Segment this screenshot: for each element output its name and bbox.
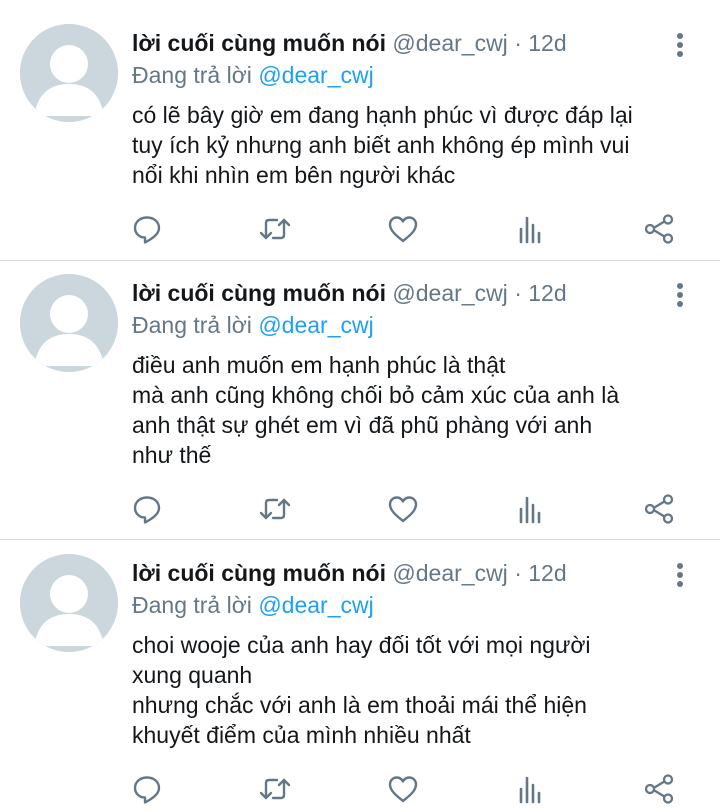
tweet-text: điều anh muốn em hạnh phúc là thật mà anh… xyxy=(132,350,702,470)
default-avatar-icon xyxy=(20,24,118,122)
reply-icon[interactable] xyxy=(130,772,164,806)
reply-handle-link[interactable]: @dear_cwj xyxy=(258,62,373,88)
replying-to: Đang trả lời @dear_cwj xyxy=(132,60,374,90)
tweet-actions xyxy=(0,772,720,806)
tweet-text-line: điều anh muốn em hạnh phúc là thật xyxy=(132,352,506,378)
tweet-text-line: anh thật sự ghét em vì đã phũ phàng với … xyxy=(132,412,593,438)
separator-dot: · xyxy=(514,560,522,586)
tweet-text-line: như thế xyxy=(132,442,212,468)
retweet-icon[interactable] xyxy=(258,492,292,526)
tweet[interactable]: lời cuối cùng muốn nói @dear_cwj · 12d Đ… xyxy=(0,250,720,532)
more-options-icon[interactable] xyxy=(668,280,692,310)
replying-to: Đang trả lời @dear_cwj xyxy=(132,590,374,620)
tweet-header: lời cuối cùng muốn nói @dear_cwj · 12d xyxy=(132,28,567,58)
analytics-icon[interactable] xyxy=(514,492,548,526)
separator-dot: · xyxy=(514,30,522,56)
tweet-header: lời cuối cùng muốn nói @dear_cwj · 12d xyxy=(132,558,567,588)
tweet-text-line: xung quanh xyxy=(132,662,253,688)
tweet-text: có lẽ bây giờ em đang hạnh phúc vì được … xyxy=(132,100,702,190)
tweet-text-line: tuy ích kỷ nhưng anh biết anh không ép m… xyxy=(132,132,630,158)
tweet-text-line: có lẽ bây giờ em đang hạnh phúc vì được … xyxy=(132,102,633,128)
tweet-divider xyxy=(0,539,720,540)
default-avatar-icon xyxy=(20,554,118,652)
tweet[interactable]: lời cuối cùng muốn nói @dear_cwj · 12d Đ… xyxy=(0,530,720,812)
like-icon[interactable] xyxy=(386,772,420,806)
tweet-text-line: mà anh cũng không chối bỏ cảm xúc của an… xyxy=(132,382,620,408)
reply-prefix: Đang trả lời xyxy=(132,312,252,338)
tweet[interactable]: lời cuối cùng muốn nói @dear_cwj · 12d Đ… xyxy=(0,0,720,282)
reply-icon[interactable] xyxy=(130,212,164,246)
analytics-icon[interactable] xyxy=(514,212,548,246)
tweet-actions xyxy=(0,212,720,246)
tweet-header: lời cuối cùng muốn nói @dear_cwj · 12d xyxy=(132,278,567,308)
tweet-text-line: choi wooje của anh hay đối tốt với mọi n… xyxy=(132,632,591,658)
tweet-text-line: nhưng chắc với anh là em thoải mái thể h… xyxy=(132,692,587,718)
avatar[interactable] xyxy=(20,24,118,122)
author-name[interactable]: lời cuối cùng muốn nói xyxy=(132,30,386,56)
retweet-icon[interactable] xyxy=(258,212,292,246)
author-name[interactable]: lời cuối cùng muốn nói xyxy=(132,280,386,306)
avatar[interactable] xyxy=(20,274,118,372)
more-options-icon[interactable] xyxy=(668,560,692,590)
replying-to: Đang trả lời @dear_cwj xyxy=(132,310,374,340)
timestamp[interactable]: 12d xyxy=(528,280,566,306)
share-icon[interactable] xyxy=(642,212,676,246)
share-icon[interactable] xyxy=(642,492,676,526)
tweet-text-line: nổi khi nhìn em bên người khác xyxy=(132,162,456,188)
like-icon[interactable] xyxy=(386,492,420,526)
author-handle[interactable]: @dear_cwj xyxy=(392,30,507,56)
tweet-text-line: khuyết điểm của mình nhiều nhất xyxy=(132,722,471,748)
reply-icon[interactable] xyxy=(130,492,164,526)
like-icon[interactable] xyxy=(386,212,420,246)
reply-prefix: Đang trả lời xyxy=(132,592,252,618)
more-options-icon[interactable] xyxy=(668,30,692,60)
author-handle[interactable]: @dear_cwj xyxy=(392,560,507,586)
author-name[interactable]: lời cuối cùng muốn nói xyxy=(132,560,386,586)
reply-prefix: Đang trả lời xyxy=(132,62,252,88)
share-icon[interactable] xyxy=(642,772,676,806)
default-avatar-icon xyxy=(20,274,118,372)
tweet-divider xyxy=(0,260,720,261)
separator-dot: · xyxy=(514,280,522,306)
tweet-text: choi wooje của anh hay đối tốt với mọi n… xyxy=(132,630,702,750)
reply-handle-link[interactable]: @dear_cwj xyxy=(258,592,373,618)
retweet-icon[interactable] xyxy=(258,772,292,806)
tweet-actions xyxy=(0,492,720,526)
reply-handle-link[interactable]: @dear_cwj xyxy=(258,312,373,338)
author-handle[interactable]: @dear_cwj xyxy=(392,280,507,306)
timestamp[interactable]: 12d xyxy=(528,30,566,56)
timestamp[interactable]: 12d xyxy=(528,560,566,586)
avatar[interactable] xyxy=(20,554,118,652)
analytics-icon[interactable] xyxy=(514,772,548,806)
